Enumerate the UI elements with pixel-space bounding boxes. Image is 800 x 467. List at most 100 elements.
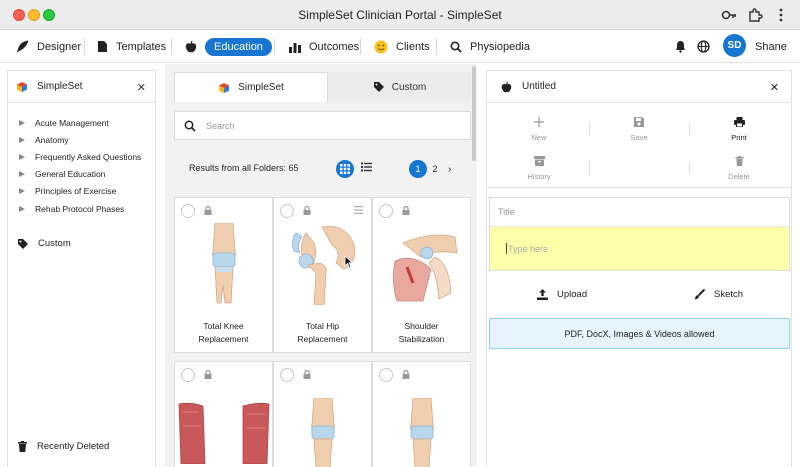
knee-illustration: [410, 398, 434, 467]
next-page-chevron-icon[interactable]: ›: [448, 164, 451, 175]
card-title: Total Knee Replacement: [198, 321, 249, 344]
list-view-icon[interactable]: [361, 162, 372, 172]
nav-outcomes-label: Outcomes: [309, 40, 360, 53]
extensions-icon[interactable]: [746, 6, 764, 24]
print-icon: [733, 117, 745, 127]
key-icon[interactable]: [720, 6, 738, 24]
folder-panel-title: SimpleSet: [37, 81, 83, 92]
nav-education-label: Education: [205, 37, 272, 56]
library-scrollbar[interactable]: [471, 64, 477, 467]
nav-outcomes[interactable]: Outcomes: [289, 30, 359, 63]
nav-education[interactable]: Education: [185, 30, 272, 63]
recently-deleted[interactable]: Recently Deleted: [18, 441, 109, 452]
knee-illustration: [311, 398, 335, 467]
simpleset-logo-icon: [17, 81, 27, 92]
folder-item[interactable]: Anatomy: [8, 131, 155, 148]
page-2-button[interactable]: 2: [426, 160, 444, 178]
text-caret: [506, 243, 507, 254]
folder-item[interactable]: Principles of Exercise: [8, 183, 155, 200]
select-checkbox[interactable]: [181, 204, 195, 218]
lock-icon: [402, 370, 410, 379]
print-button[interactable]: Print: [709, 117, 769, 142]
nav-templates-label: Templates: [116, 40, 167, 53]
lock-icon: [204, 370, 212, 379]
card-title: Total Hip Replacement: [297, 321, 348, 344]
folder-item[interactable]: Frequently Asked Questions: [8, 148, 155, 165]
grid-icon: [340, 164, 350, 174]
nav-templates[interactable]: Templates: [97, 30, 166, 63]
select-checkbox[interactable]: [379, 368, 393, 382]
tab-custom[interactable]: Custom: [328, 72, 472, 102]
more-icon[interactable]: [772, 6, 790, 24]
avatar[interactable]: SD: [723, 34, 746, 57]
nav-clients[interactable]: Clients: [374, 30, 430, 63]
nav-designer[interactable]: Designer: [16, 30, 81, 63]
close-icon[interactable]: ✕: [137, 81, 146, 94]
search-icon: [184, 120, 196, 132]
education-card[interactable]: Shoulder Stabilization: [372, 197, 471, 353]
page-1-button[interactable]: 1: [409, 160, 427, 178]
select-checkbox[interactable]: [379, 204, 393, 218]
expand-arrow-icon: [19, 136, 25, 143]
document-icon: [98, 41, 107, 52]
scrollbar-thumb[interactable]: [472, 66, 476, 161]
close-icon[interactable]: ✕: [770, 81, 779, 94]
search-input[interactable]: Search: [174, 111, 471, 140]
select-checkbox[interactable]: [280, 204, 294, 218]
education-card[interactable]: Total Hip Replacement: [273, 197, 372, 353]
select-checkbox[interactable]: [181, 368, 195, 382]
education-card[interactable]: Total Knee Replacement: [174, 197, 273, 353]
education-card[interactable]: [174, 361, 273, 467]
menu-icon[interactable]: [354, 206, 363, 214]
user-name[interactable]: Shane: [755, 30, 787, 63]
bell-icon[interactable]: [675, 40, 686, 53]
custom-folder[interactable]: Custom: [18, 238, 71, 249]
folder-item[interactable]: Acute Management: [8, 114, 155, 131]
window-titlebar: SimpleSet Clinician Portal - SimpleSet: [0, 0, 800, 30]
folder-item[interactable]: Rehab Protocol Phases: [8, 200, 155, 217]
editor-header: Untitled ✕: [487, 71, 791, 103]
nav-physiopedia[interactable]: Physiopedia: [450, 30, 530, 63]
feather-icon: [16, 40, 29, 53]
editor-title: Untitled: [522, 81, 556, 92]
lock-icon: [204, 206, 212, 215]
main-navbar: Designer Templates Education Outcomes Cl…: [0, 30, 800, 63]
muscle-illustration: [178, 402, 270, 464]
nav-designer-label: Designer: [37, 40, 82, 53]
grid-view-button[interactable]: [336, 160, 354, 178]
expand-arrow-icon: [19, 188, 25, 195]
education-card[interactable]: [372, 361, 471, 467]
tag-icon: [18, 238, 28, 249]
tab-simpleset[interactable]: SimpleSet: [174, 72, 328, 102]
plus-icon: [534, 117, 544, 127]
folder-item[interactable]: General Education: [8, 166, 155, 183]
nav-clients-label: Clients: [396, 40, 430, 53]
bar-chart-icon: [289, 42, 301, 53]
window-title: SimpleSet Clinician Portal - SimpleSet: [298, 8, 502, 22]
history-button[interactable]: History: [509, 156, 569, 181]
body-placeholder: Type here: [508, 243, 549, 254]
shoulder-stabilization-illustration: [393, 234, 458, 302]
education-card[interactable]: [273, 361, 372, 467]
sketch-button[interactable]: Sketch: [694, 289, 743, 300]
new-button[interactable]: New: [509, 117, 569, 142]
select-checkbox[interactable]: [280, 368, 294, 382]
handout-editor-panel: Untitled ✕ New Save Print History Delete…: [486, 70, 792, 467]
upload-button[interactable]: Upload: [537, 289, 587, 300]
tag-icon: [373, 82, 384, 92]
expand-arrow-icon: [19, 119, 25, 126]
body-input[interactable]: Type here: [490, 227, 789, 270]
brush-icon: [695, 289, 705, 300]
handout-editor: Title Type here: [489, 197, 790, 271]
title-input[interactable]: Title: [490, 198, 789, 227]
allowed-formats-text: PDF, DocX, Images & Videos allowed: [564, 328, 715, 339]
save-button[interactable]: Save: [609, 117, 669, 142]
expand-arrow-icon: [19, 153, 25, 160]
archive-icon: [533, 156, 545, 166]
globe-icon[interactable]: [697, 40, 710, 53]
delete-button[interactable]: Delete: [709, 156, 769, 181]
attachment-dropzone[interactable]: PDF, DocX, Images & Videos allowed: [489, 318, 790, 349]
expand-arrow-icon: [19, 171, 25, 178]
card-title: Shoulder Stabilization: [398, 321, 445, 344]
expand-arrow-icon: [19, 205, 25, 212]
